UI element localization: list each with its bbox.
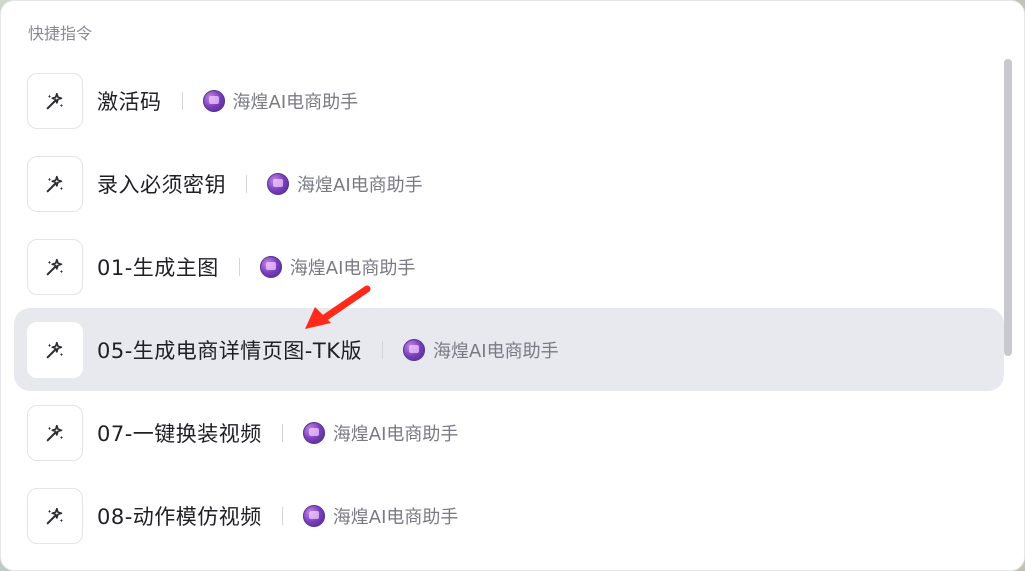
shortcut-item[interactable]: 08-动作模仿视频 海煌AI电商助手 [14,474,1004,557]
shortcut-item[interactable]: 激活码 海煌AI电商助手 [14,59,1004,142]
sparkle-wand-icon [46,507,64,524]
bot-name: 海煌AI电商助手 [232,91,359,113]
divider [181,91,183,110]
bot-name: 海煌AI电商助手 [289,257,416,279]
bot-tag: 海煌AI电商助手 [267,171,423,197]
shortcut-item[interactable]: 录入必须密钥 海煌AI电商助手 [14,142,1004,225]
shortcut-icon-box [27,404,83,461]
bot-tag: 海煌AI电商助手 [302,420,459,446]
shortcut-icon-box [27,321,83,378]
bot-tag: 海煌AI电商助手 [202,88,359,114]
shortcut-name: 01-生成主图 [97,255,219,280]
panel-title: 快捷指令 [28,24,93,43]
shortcut-icon-box [27,72,83,129]
bot-tag: 海煌AI电商助手 [259,254,416,280]
bot-avatar [302,421,325,444]
bot-name: 海煌AI电商助手 [297,174,423,196]
shortcut-name: 08-动作模仿视频 [97,504,262,529]
bot-avatar [402,338,425,361]
divider [281,423,283,442]
divider [381,340,383,359]
shortcut-icon-box [27,155,83,212]
shortcut-name: 07-一键换装视频 [97,421,262,446]
shortcut-name: 05-生成电商详情页图-TK版 [97,338,362,363]
bot-avatar [302,504,325,527]
divider [246,174,247,193]
shortcut-item-active[interactable]: 05-生成电商详情页图-TK版 海煌AI电商助手 [14,308,1004,391]
bot-avatar [267,172,289,195]
bot-avatar [259,255,282,278]
shortcut-name: 激活码 [97,89,162,114]
sparkle-wand-icon [46,341,64,358]
bot-name: 海煌AI电商助手 [332,423,459,445]
sparkle-wand-icon [46,92,64,109]
bot-name: 海煌AI电商助手 [432,340,559,362]
sparkle-wand-icon [46,175,64,192]
bot-tag: 海煌AI电商助手 [302,503,459,529]
divider [281,506,283,525]
scrollbar-thumb[interactable] [1004,59,1012,356]
shortcut-item[interactable]: 01-生成主图 海煌AI电商助手 [14,225,1004,308]
bot-name: 海煌AI电商助手 [332,506,459,528]
bot-avatar [202,89,225,112]
sparkle-wand-icon [46,258,64,275]
shortcut-panel: 快捷指令 激活码 海煌AI电商助手 录入必须密钥 海煌AI电商助手 01-生成主… [0,0,1025,571]
shortcut-icon-box [27,487,83,544]
shortcut-icon-box [27,238,83,295]
divider [238,257,240,276]
shortcut-list: 激活码 海煌AI电商助手 录入必须密钥 海煌AI电商助手 01-生成主图 海煌A… [14,59,1004,557]
sparkle-wand-icon [46,424,64,441]
shortcut-item[interactable]: 07-一键换装视频 海煌AI电商助手 [14,391,1004,474]
shortcut-name: 录入必须密钥 [97,172,226,197]
bot-tag: 海煌AI电商助手 [402,337,559,363]
